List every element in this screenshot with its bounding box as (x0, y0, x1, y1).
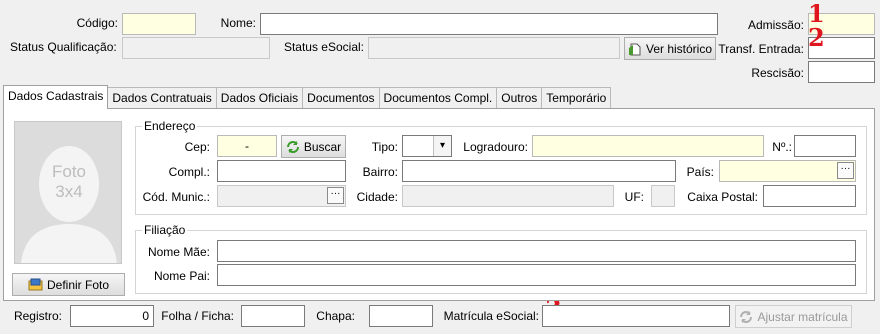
folha-ficha-label: Folha / Ficha: (161, 309, 234, 323)
caixa-postal-label: Caixa Postal: (687, 190, 758, 204)
tab-dados-cadastrais[interactable]: Dados Cadastrais (3, 85, 109, 109)
folha-ficha-input[interactable] (241, 305, 305, 327)
status-qualificacao-label: Status Qualificação: (10, 40, 117, 54)
rescisao-input[interactable] (808, 61, 875, 83)
chapa-input[interactable] (369, 305, 433, 327)
tipo-label: Tipo: (371, 140, 398, 154)
matricula-esocial-label: Matrícula eSocial: (443, 309, 539, 323)
nome-label: Nome: (220, 16, 256, 30)
more-options-icon[interactable]: ··· (327, 187, 344, 204)
buscar-button[interactable]: Buscar (281, 135, 346, 158)
annotation-marker-2: 2 (808, 23, 825, 52)
admissao-label: Admissão: (747, 18, 804, 32)
tab-temporario[interactable]: Temporário (541, 87, 612, 109)
pais-input[interactable]: ··· (719, 160, 856, 182)
endereco-group: Endereço Cep: - Buscar Tipo: ▾ Logradour… (135, 119, 867, 215)
caixa-postal-input[interactable] (763, 185, 856, 207)
ajustar-matricula-button[interactable]: Ajustar matrícula (735, 305, 852, 328)
tab-dados-oficiais[interactable]: Dados Oficiais (215, 87, 304, 109)
chapa-label: Chapa: (316, 309, 355, 323)
tipo-select[interactable]: ▾ (402, 135, 452, 157)
uf-label: UF: (624, 190, 644, 204)
bairro-input[interactable] (402, 160, 676, 182)
photo-placeholder-line1: Foto (51, 162, 87, 181)
pais-label: País: (686, 165, 714, 179)
numero-input[interactable] (794, 135, 856, 157)
photo-placeholder-text: Foto 3x4 (15, 162, 121, 202)
status-esocial-field (368, 37, 620, 59)
tab-documentos[interactable]: Documentos (302, 87, 380, 109)
tab-documentos-compl[interactable]: Documentos Compl. (378, 87, 498, 109)
photo-placeholder: Foto 3x4 (14, 121, 122, 264)
registro-label: Registro: (13, 309, 62, 323)
definir-foto-label: Definir Foto (46, 277, 110, 292)
nome-mae-input[interactable] (217, 240, 856, 262)
codigo-label: Código: (76, 16, 118, 30)
transf-entrada-label: Transf. Entrada: (718, 42, 804, 56)
filiacao-title: Filiação (142, 223, 188, 237)
status-qualificacao-field (122, 37, 270, 59)
tab-strip: Dados Cadastrais Dados Contratuais Dados… (3, 85, 612, 109)
more-options-icon[interactable]: ··· (837, 162, 854, 179)
buscar-label: Buscar (303, 139, 342, 154)
employee-form-window: Código: Nome: Admissão: Status Qualifica… (0, 0, 880, 334)
photo-placeholder-line2: 3x4 (55, 182, 83, 201)
compl-input[interactable] (217, 160, 346, 182)
logradouro-input[interactable] (532, 135, 764, 157)
registro-input[interactable]: 0 (70, 305, 154, 327)
cod-munic-input[interactable]: ··· (217, 185, 346, 207)
bairro-label: Bairro: (362, 165, 398, 179)
compl-label: Compl.: (168, 165, 210, 179)
refresh-icon (286, 140, 299, 153)
endereco-title: Endereço (142, 119, 198, 133)
cep-label: Cep: (184, 140, 210, 154)
uf-field (651, 185, 675, 207)
filiacao-group: Filiação Nome Mãe: Nome Pai: (135, 223, 867, 294)
cidade-label: Cidade: (356, 190, 398, 204)
matricula-esocial-input[interactable] (542, 305, 730, 327)
chevron-down-icon[interactable]: ▾ (433, 136, 451, 156)
rescisao-label: Rescisão: (751, 66, 804, 80)
tab-panel-dados-cadastrais: Foto 3x4 Definir Foto Endereço Cep: - Bu… (3, 108, 875, 301)
photo-folder-icon (28, 278, 43, 291)
status-esocial-label: Status eSocial: (283, 40, 364, 54)
tab-outros[interactable]: Outros (496, 87, 543, 109)
document-icon (628, 43, 641, 55)
ver-historico-button[interactable]: Ver histórico (624, 37, 716, 60)
logradouro-label: Logradouro: (463, 140, 528, 154)
nome-pai-label: Nome Pai: (153, 269, 210, 283)
cep-input[interactable]: - (217, 135, 277, 157)
codigo-input[interactable] (122, 13, 196, 35)
ver-historico-label: Ver histórico (645, 41, 713, 56)
cod-munic-label: Cód. Munic.: (142, 190, 210, 204)
nome-pai-input[interactable] (217, 264, 856, 286)
numero-label: Nº.: (772, 140, 792, 154)
ajustar-matricula-label: Ajustar matrícula (757, 309, 848, 324)
nome-mae-label: Nome Mãe: (147, 245, 210, 259)
nome-input[interactable] (260, 13, 718, 35)
tab-dados-contratuais[interactable]: Dados Contratuais (107, 87, 217, 109)
definir-foto-button[interactable]: Definir Foto (12, 273, 125, 296)
refresh-icon (740, 310, 753, 323)
cidade-field (402, 185, 614, 207)
